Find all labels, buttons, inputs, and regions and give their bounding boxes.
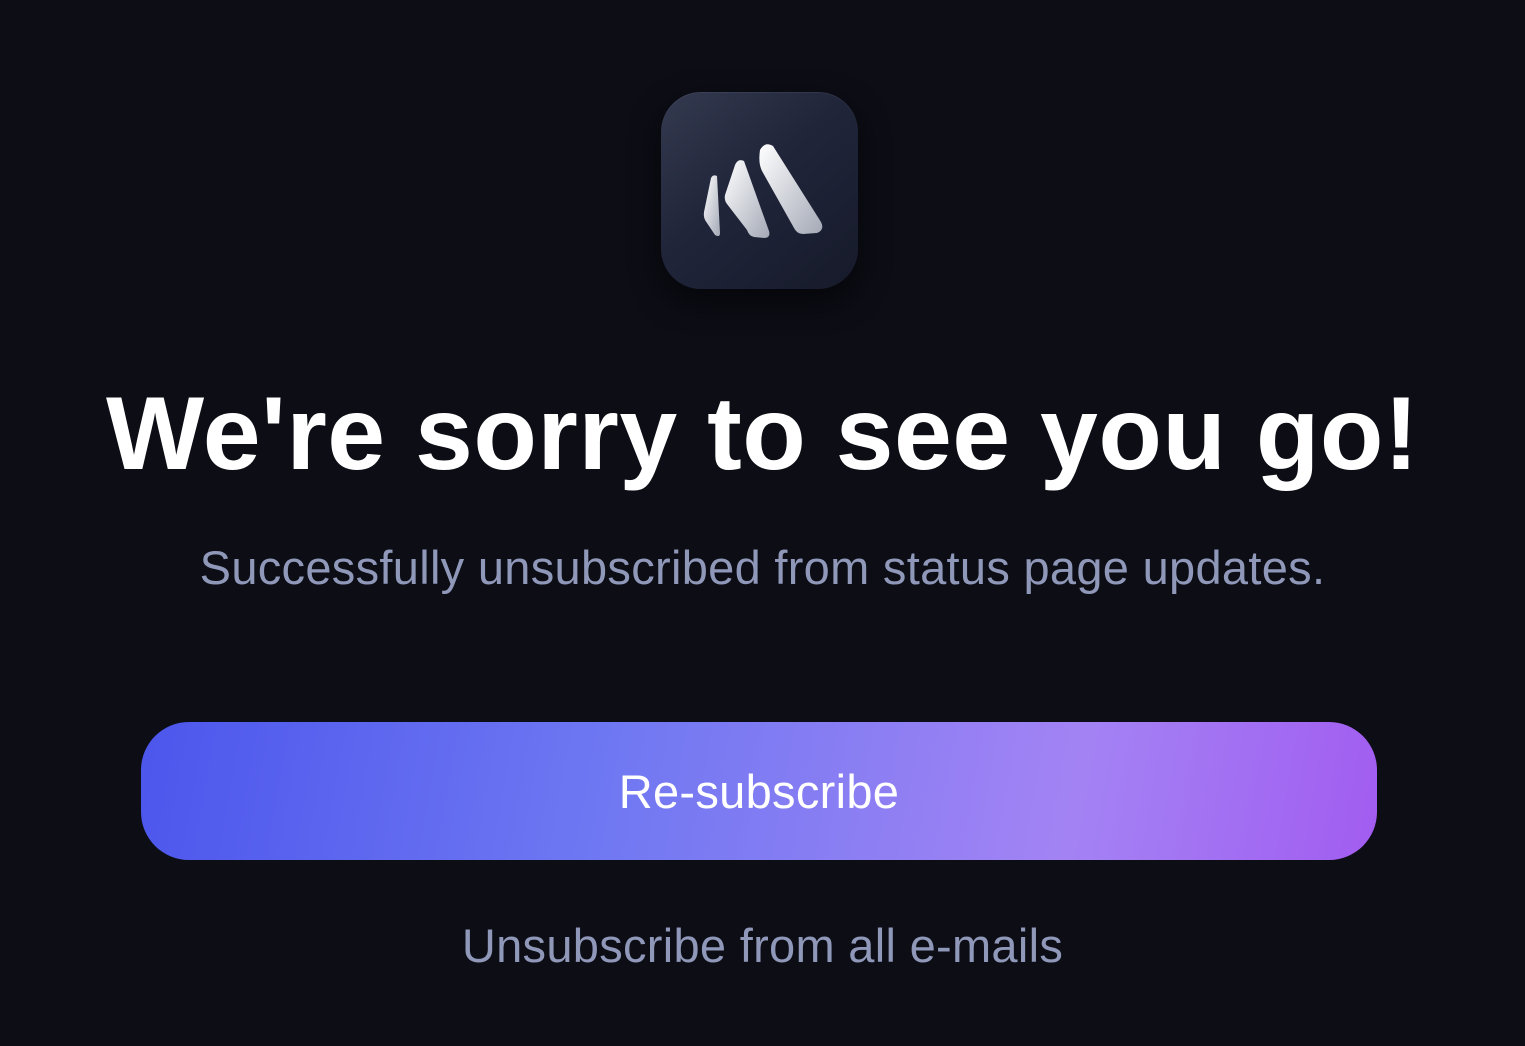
page-title: We're sorry to see you go!: [105, 376, 1420, 492]
mountain-stripes-logo-icon: [703, 144, 823, 238]
resubscribe-button[interactable]: Re-subscribe: [141, 722, 1377, 860]
resubscribe-button-label: Re-subscribe: [618, 764, 900, 818]
status-message: Successfully unsubscribed from status pa…: [199, 541, 1326, 594]
unsubscribe-page: We're sorry to see you go! Successfully …: [0, 0, 1525, 1046]
unsubscribe-all-link[interactable]: Unsubscribe from all e-mails: [0, 918, 1525, 974]
app-logo: [661, 92, 858, 289]
unsubscribe-all-label[interactable]: Unsubscribe from all e-mails: [462, 919, 1063, 972]
